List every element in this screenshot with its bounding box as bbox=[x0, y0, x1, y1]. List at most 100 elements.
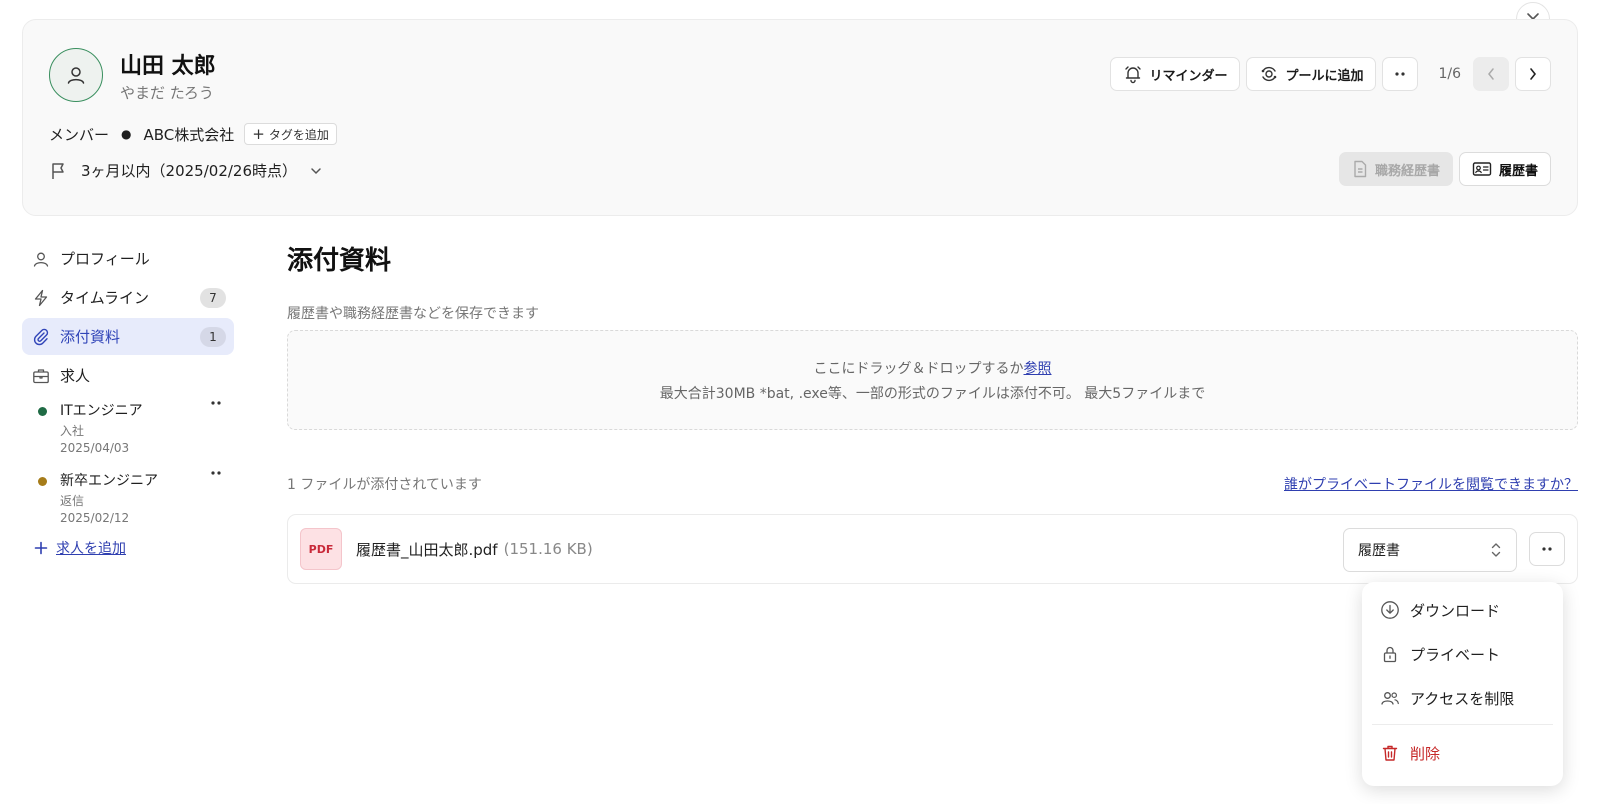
add-job-link[interactable]: 求人を追加 bbox=[22, 538, 234, 558]
menu-item-label: ダウンロード bbox=[1410, 601, 1501, 620]
job-date: 2025/02/12 bbox=[60, 511, 130, 525]
menu-item-label: アクセスを制限 bbox=[1410, 689, 1515, 708]
menu-item-download[interactable]: ダウンロード bbox=[1362, 588, 1563, 632]
menu-divider bbox=[1372, 724, 1553, 725]
sidebar-item-label: 添付資料 bbox=[60, 328, 121, 346]
next-button[interactable] bbox=[1515, 57, 1551, 91]
sidebar-item-label: タイムライン bbox=[60, 289, 149, 307]
add-job-label: 求人を追加 bbox=[56, 541, 126, 557]
file-size: (151.16 KB) bbox=[503, 540, 593, 558]
sidebar: プロフィール タイムライン 7 添付資料 1 求人 ITエンジニア 入社 202… bbox=[22, 240, 234, 558]
briefcase-icon bbox=[32, 367, 50, 385]
menu-item-restrict-access[interactable]: アクセスを制限 bbox=[1362, 676, 1563, 720]
more-icon bbox=[211, 401, 221, 405]
person-icon bbox=[65, 64, 87, 86]
file-type-value: 履歴書 bbox=[1358, 543, 1400, 559]
candidate-detail-page: 山田 太郎 やまだ たろう メンバー ● ABC株式会社 + タグを追加 3ヶ月… bbox=[0, 0, 1600, 804]
period-label: 3ヶ月以内（2025/02/26時点） bbox=[81, 162, 297, 180]
browse-link[interactable]: 参照 bbox=[1024, 361, 1052, 377]
document-icon bbox=[1352, 160, 1368, 178]
file-type-select[interactable]: 履歴書 bbox=[1343, 528, 1517, 572]
sidebar-item-jobs[interactable]: 求人 bbox=[22, 357, 234, 394]
avatar bbox=[49, 48, 103, 102]
private-file-help-link[interactable]: 誰がプライベートファイルを閲覧できますか？ bbox=[1284, 474, 1578, 494]
dropzone-note: 最大合計30MB *bat, .exe等、一部の形式のファイルは添付不可。 最大… bbox=[659, 385, 1206, 402]
add-pool-button[interactable]: プールに追加 bbox=[1246, 57, 1377, 91]
separator-dot: ● bbox=[121, 127, 132, 141]
menu-item-delete[interactable]: 削除 bbox=[1362, 731, 1563, 775]
timeline-count-badge: 7 bbox=[200, 287, 226, 308]
work-history-label: 職務経歴書 bbox=[1374, 163, 1440, 179]
dropzone-text: ここにドラッグ＆ドロップするか bbox=[813, 360, 1024, 377]
document-buttons: 職務経歴書 履歴書 bbox=[1338, 152, 1551, 186]
paperclip-icon bbox=[32, 328, 50, 346]
bell-icon bbox=[1123, 64, 1143, 84]
id-card-icon bbox=[1472, 161, 1492, 177]
file-more-button[interactable] bbox=[1529, 532, 1565, 566]
sidebar-item-label: プロフィール bbox=[60, 250, 150, 268]
trash-icon bbox=[1380, 743, 1400, 763]
resume-button[interactable]: 履歴書 bbox=[1458, 152, 1551, 186]
menu-item-label: プライベート bbox=[1410, 645, 1501, 664]
chevron-right-icon bbox=[1527, 67, 1539, 81]
job-more-button[interactable] bbox=[208, 470, 224, 476]
more-icon bbox=[211, 471, 221, 475]
candidate-name: 山田 太郎 bbox=[120, 54, 216, 79]
reminder-label: リマインダー bbox=[1149, 68, 1228, 84]
menu-item-private[interactable]: プライベート bbox=[1362, 632, 1563, 676]
header-actions: リマインダー プールに追加 1/6 bbox=[1110, 57, 1551, 91]
add-pool-label: プールに追加 bbox=[1285, 68, 1364, 84]
plus-icon bbox=[34, 541, 48, 555]
candidate-meta: メンバー ● ABC株式会社 + タグを追加 bbox=[49, 123, 337, 145]
reminder-button[interactable]: リマインダー bbox=[1110, 57, 1241, 91]
candidate-role: メンバー bbox=[49, 125, 110, 144]
attachments-panel: 添付資料 履歴書や職務経歴書などを保存できます ここにドラッグ＆ドロップするか参… bbox=[287, 240, 1578, 584]
candidate-counter: 1/6 bbox=[1438, 66, 1461, 82]
job-date: 2025/04/03 bbox=[60, 441, 130, 455]
job-status-dot bbox=[38, 407, 47, 416]
bolt-icon bbox=[32, 289, 50, 307]
candidate-company: ABC株式会社 bbox=[143, 125, 235, 144]
resume-label: 履歴書 bbox=[1498, 163, 1538, 179]
candidate-kana: やまだ たろう bbox=[120, 84, 214, 102]
add-tag-label: タグを追加 bbox=[268, 127, 329, 142]
sidebar-item-profile[interactable]: プロフィール bbox=[22, 240, 234, 277]
job-status: 返信 bbox=[60, 494, 85, 508]
add-tag-button[interactable]: + タグを追加 bbox=[244, 123, 337, 145]
file-name[interactable]: 履歴書_山田太郎.pdf bbox=[356, 539, 498, 560]
chevron-left-icon bbox=[1485, 67, 1497, 81]
attachments-count-badge: 1 bbox=[200, 326, 226, 347]
previous-button[interactable] bbox=[1473, 57, 1509, 91]
menu-item-label: 削除 bbox=[1410, 744, 1441, 763]
job-item-new-grad-engineer[interactable]: 新卒エンジニア 返信 2025/02/12 bbox=[22, 470, 234, 534]
person-icon bbox=[32, 250, 50, 268]
files-count: 1 ファイルが添付されています bbox=[287, 477, 482, 493]
job-status-dot bbox=[38, 477, 47, 486]
job-status: 入社 bbox=[60, 424, 85, 438]
dropzone-instruction: ここにドラッグ＆ドロップするか参照 bbox=[814, 358, 1052, 378]
users-icon bbox=[1380, 688, 1400, 708]
lock-icon bbox=[1380, 644, 1400, 664]
file-actions-menu: ダウンロード プライベート アクセスを制限 削除 bbox=[1362, 582, 1563, 786]
period-selector[interactable]: 3ヶ月以内（2025/02/26時点） bbox=[49, 160, 323, 181]
plus-icon: + bbox=[252, 124, 265, 143]
flag-icon bbox=[49, 161, 69, 181]
select-chevron-icon bbox=[1490, 541, 1502, 559]
sidebar-item-label: 求人 bbox=[60, 367, 91, 385]
files-summary-row: 1 ファイルが添付されています 誰がプライベートファイルを閲覧できますか？ bbox=[287, 474, 1578, 494]
page-title: 添付資料 bbox=[287, 246, 392, 276]
attachments-description: 履歴書や職務経歴書などを保存できます bbox=[287, 306, 539, 322]
sidebar-item-attachments[interactable]: 添付資料 1 bbox=[22, 318, 234, 355]
sidebar-item-timeline[interactable]: タイムライン 7 bbox=[22, 279, 234, 316]
job-item-it-engineer[interactable]: ITエンジニア 入社 2025/04/03 bbox=[22, 400, 234, 464]
more-icon bbox=[1539, 546, 1555, 552]
more-button[interactable] bbox=[1382, 57, 1419, 91]
download-icon bbox=[1380, 600, 1400, 620]
more-icon bbox=[1392, 71, 1408, 77]
file-dropzone[interactable]: ここにドラッグ＆ドロップするか参照 最大合計30MB *bat, .exe等、一… bbox=[287, 330, 1578, 430]
pool-icon bbox=[1259, 64, 1279, 84]
pdf-file-icon: PDF bbox=[300, 528, 342, 570]
job-more-button[interactable] bbox=[208, 400, 224, 406]
work-history-button[interactable]: 職務経歴書 bbox=[1338, 152, 1453, 186]
attached-file-row: PDF 履歴書_山田太郎.pdf (151.16 KB) 履歴書 bbox=[287, 514, 1578, 584]
